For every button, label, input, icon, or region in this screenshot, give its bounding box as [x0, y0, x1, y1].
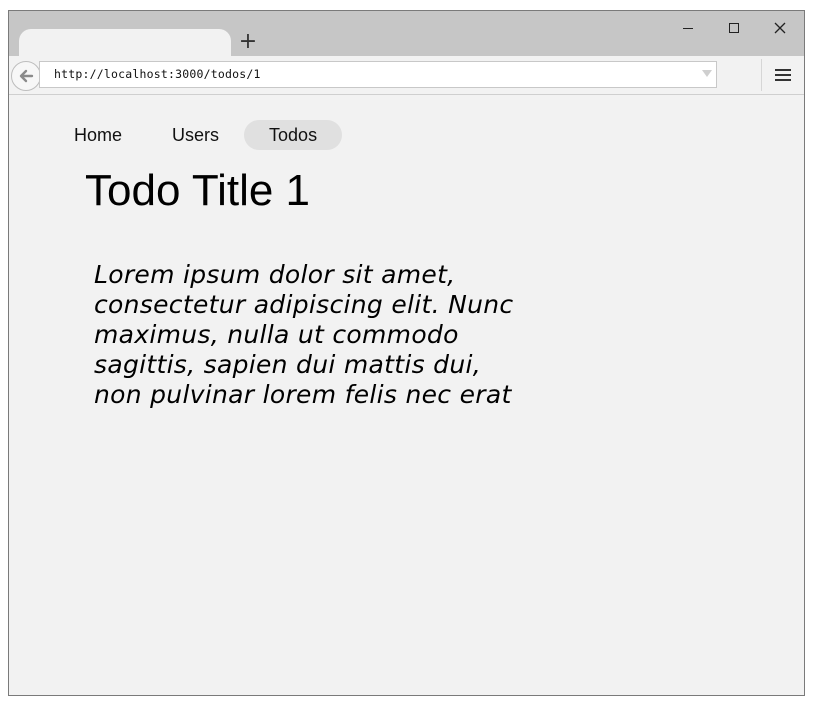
chevron-down-icon[interactable] [702, 70, 712, 77]
nav-item-users[interactable]: Users [147, 120, 244, 150]
close-button[interactable] [765, 17, 795, 39]
hamburger-menu-icon[interactable] [771, 64, 795, 86]
new-tab-button[interactable]: + [237, 31, 259, 53]
minimize-icon [683, 27, 693, 29]
nav-item-todos[interactable]: Todos [244, 120, 343, 150]
page-content: Home Users Todos Todo Title 1 Lorem ipsu… [9, 95, 804, 695]
address-bar-text: http://localhost:3000/todos/1 [54, 67, 261, 81]
top-nav: Home Users Todos [49, 120, 343, 150]
todo-body: Lorem ipsum dolor sit amet, consectetur … [94, 260, 514, 409]
todo-title: Todo Title 1 [85, 166, 311, 215]
back-arrow-icon [19, 69, 34, 83]
minimize-button[interactable] [673, 17, 703, 39]
address-bar[interactable]: http://localhost:3000/todos/1 [39, 61, 717, 88]
maximize-button[interactable] [719, 17, 749, 39]
maximize-icon [729, 23, 739, 33]
nav-item-home[interactable]: Home [49, 120, 147, 150]
back-button[interactable] [11, 61, 41, 91]
tab-strip: + [9, 11, 804, 56]
toolbar-divider [761, 59, 762, 91]
browser-toolbar: http://localhost:3000/todos/1 [9, 56, 804, 95]
close-icon [774, 22, 786, 34]
browser-window: + http://localhost:3000/todos/1 Home Use… [8, 10, 805, 696]
browser-tab-active[interactable] [19, 29, 231, 56]
